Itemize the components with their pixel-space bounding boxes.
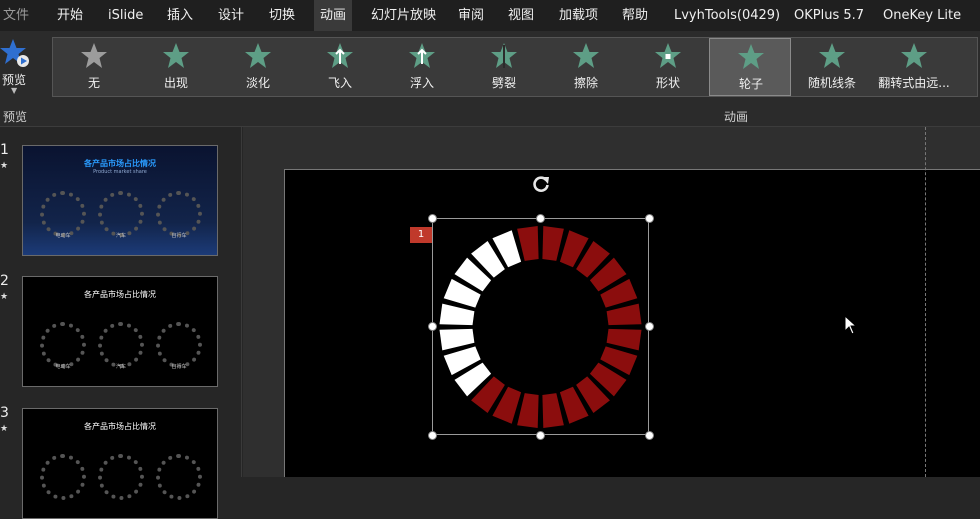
effect-8[interactable]: 轮子 xyxy=(709,38,791,96)
star-random-bars-icon xyxy=(819,43,845,68)
menu-bar: 文件 开始 iSlide 插入 设计 切换 动画 幻灯片放映 审阅 视图 加载项 帮助 LvyhTool… xyxy=(0,0,980,31)
star-shape-icon xyxy=(655,43,681,68)
resize-handle-t[interactable] xyxy=(536,214,545,223)
gauge-label: 汽车 xyxy=(115,364,126,370)
effect-label: 无 xyxy=(87,76,100,90)
preview-group-label: 预览 xyxy=(3,110,28,124)
tab-2[interactable]: iSlide xyxy=(108,0,143,31)
star-none-icon xyxy=(81,43,107,68)
slide-thumbnail-pane: 1 ★ 各产品市场占比情况 Product market share 电动车 汽… xyxy=(0,127,242,519)
thumb-title: 各产品市场占比情况 xyxy=(84,422,156,431)
tab-6[interactable]: 动画 xyxy=(314,0,353,31)
mouse-pointer-icon xyxy=(844,315,858,335)
effect-label: 形状 xyxy=(655,76,680,90)
tab-10[interactable]: 加载项 xyxy=(559,0,598,31)
chevron-down-icon: ▼ xyxy=(11,86,18,95)
animation-star-icon: ★ xyxy=(0,424,9,434)
effect-10[interactable]: 翻转式由远... xyxy=(873,38,955,96)
star-grow-turn-icon xyxy=(901,43,927,68)
resize-handle-tr[interactable] xyxy=(645,214,654,223)
effect-6[interactable]: 擦除 xyxy=(545,38,627,96)
slide-number: 3 xyxy=(0,405,9,421)
gauge-icon xyxy=(156,322,202,368)
animation-group-label: 动画 xyxy=(724,110,749,124)
resize-handle-b[interactable] xyxy=(536,431,545,440)
effect-label: 随机线条 xyxy=(807,76,856,90)
tab-7[interactable]: 幻灯片放映 xyxy=(371,0,436,31)
gauge-label: 电动车 xyxy=(55,364,71,370)
effect-label: 出现 xyxy=(163,76,188,90)
tab-3[interactable]: 插入 xyxy=(167,0,193,31)
effect-2[interactable]: 淡化 xyxy=(217,38,299,96)
tab-11[interactable]: 帮助 xyxy=(622,0,648,31)
effect-3[interactable]: 飞入 xyxy=(299,38,381,96)
gauge-icon xyxy=(156,454,202,500)
selection-box[interactable] xyxy=(432,218,649,435)
resize-handle-br[interactable] xyxy=(645,431,654,440)
effect-7[interactable]: 形状 xyxy=(627,38,709,96)
smart-guide xyxy=(925,127,926,477)
gauge-label: 汽车 xyxy=(115,233,126,239)
tab-14[interactable]: OneKey Lite xyxy=(883,0,961,31)
animation-star-icon: ★ xyxy=(0,161,9,171)
gauge-icon xyxy=(156,191,202,237)
tab-12[interactable]: LvyhTools(0429) xyxy=(674,0,780,31)
slide-number: 2 xyxy=(0,273,9,289)
effect-1[interactable]: 出现 xyxy=(135,38,217,96)
star-fly-in-icon xyxy=(327,43,353,68)
slide-thumbnail-2[interactable]: 各产品市场占比情况 电动车 汽车 自行车 xyxy=(22,276,218,387)
preview-star-icon xyxy=(0,39,29,67)
effect-5[interactable]: 劈裂 xyxy=(463,38,545,96)
star-appear-icon xyxy=(163,43,189,68)
tab-0[interactable]: 文件 xyxy=(3,0,29,31)
slide-thumbnail-3[interactable]: 各产品市场占比情况 xyxy=(22,408,218,519)
effect-label: 翻转式由远... xyxy=(878,76,950,90)
effect-label: 浮入 xyxy=(409,76,434,90)
tab-13[interactable]: OKPlus 5.7 xyxy=(794,0,864,31)
resize-handle-tl[interactable] xyxy=(428,214,437,223)
gauge-icon xyxy=(98,454,144,500)
gauge-icon xyxy=(40,191,86,237)
star-float-in-icon xyxy=(409,43,435,68)
tab-8[interactable]: 审阅 xyxy=(458,0,484,31)
tab-5[interactable]: 切换 xyxy=(269,0,295,31)
star-wipe-icon xyxy=(573,43,599,68)
star-wheel-icon xyxy=(738,44,764,69)
effect-label: 轮子 xyxy=(738,77,763,91)
effect-0[interactable]: 无 xyxy=(53,38,135,96)
effect-4[interactable]: 浮入 xyxy=(381,38,463,96)
effect-label: 劈裂 xyxy=(491,76,516,90)
gauge-icon xyxy=(98,191,144,237)
animation-order-badge[interactable]: 1 xyxy=(410,227,432,243)
resize-handle-bl[interactable] xyxy=(428,431,437,440)
star-split-icon xyxy=(491,43,517,68)
animation-gallery: 无 出现 淡化 飞入 浮入 劈裂 擦除 形状 轮子 随机线条 翻转式由远... xyxy=(52,37,978,97)
tab-9[interactable]: 视图 xyxy=(508,0,534,31)
gauge-icon xyxy=(40,454,86,500)
ribbon: 预览 ▼ 预览 无 出现 淡化 飞入 浮入 劈裂 擦除 形状 轮子 随机线条 翻转式由远... 动画 xyxy=(0,31,980,127)
effect-label: 擦除 xyxy=(573,76,598,90)
preview-button[interactable]: 预览 ▼ xyxy=(0,31,42,105)
effect-label: 淡化 xyxy=(245,76,270,90)
animation-star-icon: ★ xyxy=(0,292,9,302)
thumb-title: 各产品市场占比情况 xyxy=(84,290,156,299)
slide-number: 1 xyxy=(0,142,9,158)
gauge-icon xyxy=(40,322,86,368)
tab-4[interactable]: 设计 xyxy=(218,0,244,31)
slide-thumbnail-1[interactable]: 各产品市场占比情况 Product market share 电动车 汽车 自行… xyxy=(22,145,218,256)
rotate-handle-icon[interactable] xyxy=(531,174,551,194)
effect-label: 飞入 xyxy=(327,76,352,90)
resize-handle-r[interactable] xyxy=(645,322,654,331)
tab-1[interactable]: 开始 xyxy=(57,0,83,31)
resize-handle-l[interactable] xyxy=(428,322,437,331)
effect-9[interactable]: 随机线条 xyxy=(791,38,873,96)
gauge-icon xyxy=(98,322,144,368)
thumb-title: 各产品市场占比情况 xyxy=(84,159,156,168)
gauge-label: 自行车 xyxy=(171,233,187,239)
thumb-subtitle: Product market share xyxy=(93,169,147,175)
gauge-label: 电动车 xyxy=(55,233,71,239)
star-fade-icon xyxy=(245,43,271,68)
gauge-label: 自行车 xyxy=(171,364,187,370)
